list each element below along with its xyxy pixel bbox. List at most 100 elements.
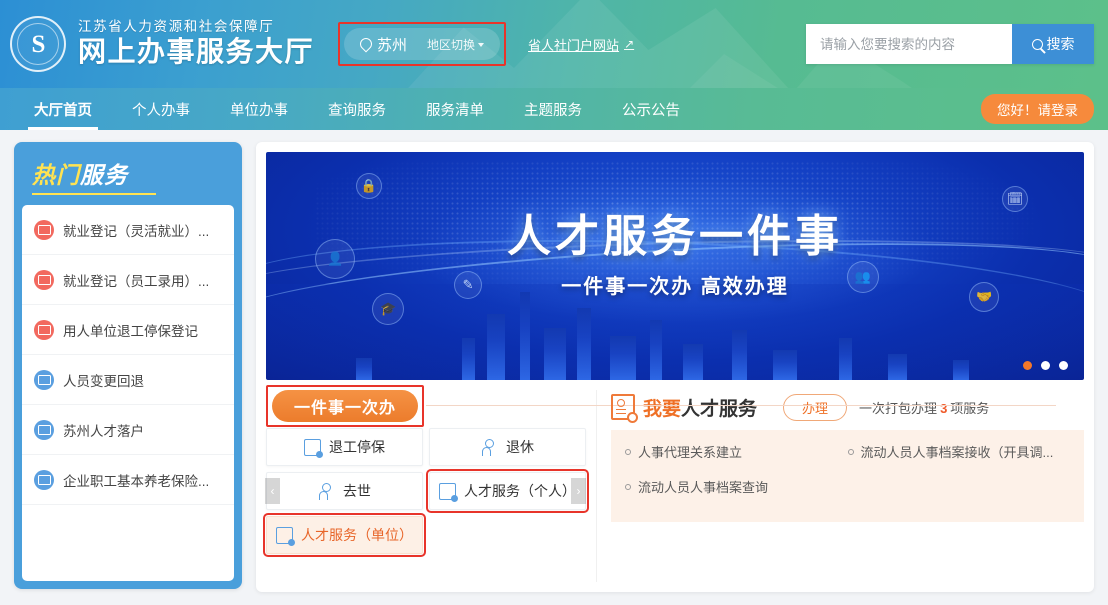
nav-label: 主题服务	[524, 102, 582, 119]
one-thing-section: 一件事一次办 退工停保 退休 去世 人才服务（个人） 人才服务（单位） ‹ › …	[263, 385, 1084, 582]
main-navigation: 大厅首页 个人办事 单位办事 查询服务 服务清单 主题服务 公示公告 您好！请登…	[0, 88, 1108, 130]
count-prefix: 一次打包办理	[859, 400, 938, 416]
banner-title: 人才服务一件事	[507, 211, 843, 262]
chevron-down-icon	[478, 43, 485, 48]
carousel-next-button[interactable]: ›	[571, 478, 586, 504]
banner-subtitle: 一件事一次办 高效办理	[561, 276, 789, 298]
banner-badge-icon: 🔒	[355, 172, 382, 199]
handle-service-button[interactable]: 办理	[783, 393, 848, 421]
list-item[interactable]: 苏州人才落户	[22, 405, 234, 455]
external-link-icon: ↗	[624, 37, 635, 51]
count-suffix: 项服务	[950, 400, 990, 416]
carousel-prev-button[interactable]: ‹	[265, 478, 280, 504]
tab-talent-service-organization[interactable]: 人才服务（单位）	[263, 513, 426, 557]
search-input[interactable]	[806, 24, 1012, 64]
hot-service-label: 用人单位退工停保登记	[63, 323, 198, 339]
hot-services-title-rest: 服务	[80, 162, 128, 188]
bullet-icon	[625, 483, 631, 490]
service-detail-panel: 我要 人才服务 办理 一次打包办理 3 项服务 人事代理关系建立 流动人员人事档案接…	[596, 390, 1084, 582]
tab-decease[interactable]: 去世	[266, 472, 423, 510]
organization-name: 江苏省人力资源和社会保障厅	[78, 19, 275, 35]
hot-service-label: 企业职工基本养老保险...	[63, 473, 210, 489]
provincial-portal-link[interactable]: 省人社门户网站 ↗	[528, 35, 634, 54]
service-title-highlight: 我要	[643, 398, 682, 420]
title-underline	[32, 193, 156, 195]
hot-service-label: 苏州人才落户	[63, 423, 144, 439]
list-item[interactable]: 流动人员人事档案查询	[625, 477, 848, 496]
service-count-number: 3	[940, 400, 948, 416]
service-item-label: 流动人员人事档案接收（开具调...	[860, 445, 1054, 460]
service-badge-icon	[34, 319, 54, 340]
document-icon	[276, 526, 295, 546]
service-badge-icon	[34, 469, 54, 490]
current-city-label: 苏州	[377, 36, 408, 54]
hot-service-label: 人员变更回退	[63, 373, 144, 389]
tab-retirement-suspension[interactable]: 退工停保	[266, 428, 423, 466]
list-item[interactable]: 企业职工基本养老保险...	[22, 455, 234, 505]
document-icon	[439, 482, 458, 502]
search-box: 搜索	[806, 24, 1094, 64]
nav-item-personal[interactable]: 个人办事	[112, 88, 210, 130]
nav-item-topic-service[interactable]: 主题服务	[504, 88, 602, 130]
city-switch-text: 地区切换	[427, 37, 476, 52]
tab-label: 人才服务（个人）	[464, 483, 576, 499]
one-thing-pill-button[interactable]: 一件事一次办	[272, 390, 419, 422]
site-title: 网上办事服务大厅	[78, 36, 315, 68]
person-icon	[318, 482, 335, 500]
hot-services-sidebar: 热门服务 就业登记（灵活就业）... 就业登记（员工录用）... 用人单位退工停…	[14, 142, 242, 589]
nav-item-hall-home[interactable]: 大厅首页	[14, 88, 112, 130]
list-item[interactable]: 流动人员人事档案接收（开具调...	[847, 442, 1071, 461]
tab-label: 去世	[343, 483, 371, 499]
list-item[interactable]: 人员变更回退	[22, 355, 234, 405]
service-title-rest: 人才服务	[681, 398, 758, 420]
nav-item-query-service[interactable]: 查询服务	[308, 88, 406, 130]
hot-services-title-highlight: 热门	[32, 162, 80, 188]
search-icon	[1031, 38, 1043, 50]
list-item[interactable]: 就业登记（员工录用）...	[22, 255, 234, 305]
one-thing-tab-group: 一件事一次办 退工停保 退休 去世 人才服务（个人） 人才服务（单位） ‹ ›	[263, 385, 1056, 582]
document-icon	[304, 438, 323, 458]
service-count-text: 一次打包办理 3 项服务	[859, 398, 989, 417]
hot-service-label: 就业登记（灵活就业）...	[63, 223, 210, 239]
page-body: 热门服务 就业登记（灵活就业）... 就业登记（员工录用）... 用人单位退工停…	[0, 130, 1108, 605]
talent-service-icon	[611, 394, 638, 423]
tab-retirement[interactable]: 退休	[429, 428, 586, 466]
location-pin-icon	[357, 35, 375, 53]
search-button-label: 搜索	[1046, 36, 1075, 52]
tab-talent-service-individual[interactable]: 人才服务（个人）	[426, 469, 589, 513]
nav-label: 个人办事	[132, 102, 190, 119]
city-switch-highlight-box: 苏州 地区切换	[338, 22, 507, 66]
service-item-label: 流动人员人事档案查询	[638, 480, 769, 495]
nav-label: 公示公告	[622, 102, 680, 119]
list-item[interactable]: 人事代理关系建立	[625, 442, 848, 461]
hot-service-label: 就业登记（员工录用）...	[63, 273, 210, 289]
promo-banner[interactable]: 👤 🔒 🎓 ✎ 👥 🗓 🤝 人才服务一件事 一件事一次办 高效办理	[266, 152, 1084, 380]
list-item[interactable]: 就业登记（灵活就业）...	[22, 205, 234, 255]
city-switch-label[interactable]: 地区切换	[427, 36, 485, 53]
gear-icon	[627, 412, 638, 423]
login-button[interactable]: 您好！请登录	[981, 94, 1094, 124]
banner-pagination	[1023, 361, 1068, 370]
banner-dot-2[interactable]	[1041, 361, 1050, 370]
logo-letter: S	[31, 30, 46, 58]
service-badge-icon	[34, 419, 54, 440]
tab-label: 退休	[506, 439, 534, 455]
service-badge-icon	[34, 219, 54, 240]
person-icon	[481, 438, 498, 456]
service-badge-icon	[34, 369, 54, 390]
site-logo-icon: S	[10, 16, 66, 72]
nav-item-announcements[interactable]: 公示公告	[602, 88, 700, 130]
main-content: 👤 🔒 🎓 ✎ 👥 🗓 🤝 人才服务一件事 一件事一次办 高效办理 一件事一次办…	[256, 142, 1094, 592]
site-branding: 江苏省人力资源和社会保障厅 网上办事服务大厅	[78, 19, 314, 68]
search-button[interactable]: 搜索	[1012, 24, 1094, 64]
bullet-icon	[847, 448, 854, 455]
banner-dot-3[interactable]	[1059, 361, 1068, 370]
nav-item-organization[interactable]: 单位办事	[210, 88, 308, 130]
hot-services-list: 就业登记（灵活就业）... 就业登记（员工录用）... 用人单位退工停保登记 人…	[22, 205, 234, 581]
tab-label: 人才服务（单位）	[301, 527, 413, 543]
list-item[interactable]: 用人单位退工停保登记	[22, 305, 234, 355]
city-switch-button[interactable]: 苏州 地区切换	[344, 28, 501, 60]
banner-dot-1[interactable]	[1023, 361, 1032, 370]
nav-item-service-list[interactable]: 服务清单	[406, 88, 504, 130]
one-thing-tab-grid: 退工停保 退休 去世 人才服务（个人） 人才服务（单位） ‹ ›	[263, 428, 589, 557]
